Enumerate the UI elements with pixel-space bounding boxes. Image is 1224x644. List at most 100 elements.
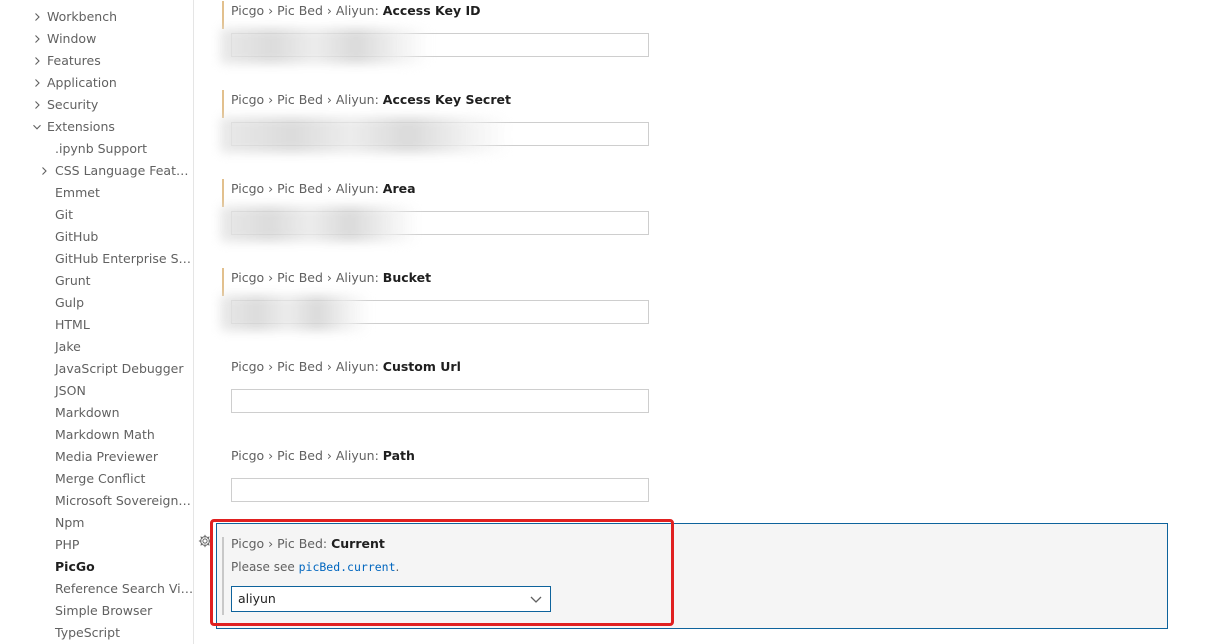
sidebar-item-merge-conflict[interactable]: Merge Conflict xyxy=(0,468,193,490)
setting-input-access-key-secret[interactable] xyxy=(231,122,649,146)
sidebar-item-security[interactable]: Security xyxy=(0,94,193,116)
setting-title: Picgo › Pic Bed › Aliyun: Access Key Sec… xyxy=(231,91,511,109)
setting-input-area[interactable] xyxy=(231,211,649,235)
sidebar-item-label: JavaScript Debugger xyxy=(55,361,184,376)
sidebar-item-markdown[interactable]: Markdown xyxy=(0,402,193,424)
sidebar-item-label: Security xyxy=(47,97,99,112)
chevron-right-icon[interactable] xyxy=(30,6,44,28)
sidebar-item-gulp[interactable]: Gulp xyxy=(0,292,193,314)
sidebar-item-window[interactable]: Window xyxy=(0,28,193,50)
setting-title: Picgo › Pic Bed › Aliyun: Area xyxy=(231,180,416,198)
sidebar-item-label: Workbench xyxy=(47,9,117,24)
setting-category: Picgo › Pic Bed › Aliyun: xyxy=(231,270,383,285)
setting-key: Access Key Secret xyxy=(382,92,511,107)
setting-description: Please see picBed.current. xyxy=(231,560,400,574)
sidebar-item-label: Jake xyxy=(55,339,81,354)
setting-category: Picgo › Pic Bed › Aliyun: xyxy=(231,92,383,107)
sidebar-item-label: Grunt xyxy=(55,273,91,288)
sidebar-item-json[interactable]: JSON xyxy=(0,380,193,402)
sidebar-item-label: .ipynb Support xyxy=(55,141,148,156)
sidebar-item-simple-browser[interactable]: Simple Browser xyxy=(0,600,193,622)
sidebar-item-features[interactable]: Features xyxy=(0,50,193,72)
sidebar-item-label: Microsoft Sovereign C... xyxy=(55,493,194,508)
chevron-right-icon[interactable] xyxy=(30,50,44,72)
pic-bed-current-select[interactable]: aliyun xyxy=(231,586,551,612)
sidebar-item-label: Reference Search View xyxy=(55,581,194,596)
setting-key: Path xyxy=(382,448,415,463)
setting-key: Access Key ID xyxy=(382,3,481,18)
sidebar-item-html[interactable]: HTML xyxy=(0,314,193,336)
modified-indicator xyxy=(222,90,224,118)
sidebar-item-label: CSS Language Features xyxy=(55,163,194,178)
sidebar-item-ipynb-support[interactable]: .ipynb Support xyxy=(0,138,193,160)
setting-link-pic-bed-current[interactable]: picBed.current xyxy=(299,560,396,574)
modified-indicator xyxy=(222,1,224,29)
sidebar-item-label: Merge Conflict xyxy=(55,471,146,486)
setting-category: Picgo › Pic Bed: xyxy=(231,536,332,551)
sidebar-item-javascript-debugger[interactable]: JavaScript Debugger xyxy=(0,358,193,380)
sidebar-item-label: HTML xyxy=(55,317,90,332)
settings-list: Picgo › Pic Bed: Current Please see picB… xyxy=(194,0,1224,644)
setting-input-custom-url[interactable] xyxy=(231,389,649,413)
setting-title-current: Picgo › Pic Bed: Current xyxy=(231,535,385,553)
sidebar-item-label: GitHub Enterprise Ser... xyxy=(55,251,194,266)
sidebar-item-typescript[interactable]: TypeScript xyxy=(0,622,193,644)
sidebar-item-label: Window xyxy=(47,31,97,46)
focus-indicator-bar xyxy=(222,537,224,615)
setting-category: Picgo › Pic Bed › Aliyun: xyxy=(231,181,383,196)
chevron-right-icon[interactable] xyxy=(30,94,44,116)
sidebar-item-label: Emmet xyxy=(55,185,100,200)
sidebar-item-label: Gulp xyxy=(55,295,85,310)
sidebar-item-label: Simple Browser xyxy=(55,603,153,618)
sidebar-item-git[interactable]: Git xyxy=(0,204,193,226)
sidebar-item-label: Npm xyxy=(55,515,85,530)
chevron-right-icon[interactable] xyxy=(30,72,44,94)
sidebar-item-label: PHP xyxy=(55,537,80,552)
sidebar-item-grunt[interactable]: Grunt xyxy=(0,270,193,292)
chevron-down-icon xyxy=(530,596,542,603)
setting-input-bucket[interactable] xyxy=(231,300,649,324)
sidebar-item-label: Extensions xyxy=(47,119,115,134)
sidebar-item-workbench[interactable]: Workbench xyxy=(0,6,193,28)
setting-category: Picgo › Pic Bed › Aliyun: xyxy=(231,359,383,374)
setting-title: Picgo › Pic Bed › Aliyun: Bucket xyxy=(231,269,431,287)
sidebar-item-reference-search-view[interactable]: Reference Search View xyxy=(0,578,194,600)
setting-key: Bucket xyxy=(382,270,432,285)
chevron-right-icon[interactable] xyxy=(37,160,51,182)
setting-title: Picgo › Pic Bed › Aliyun: Path xyxy=(231,447,415,465)
setting-key: Current xyxy=(331,536,385,551)
sidebar-item-css-language-features[interactable]: CSS Language Features xyxy=(0,160,194,182)
sidebar-item-npm[interactable]: Npm xyxy=(0,512,193,534)
sidebar-item-label: JSON xyxy=(55,383,86,398)
chevron-right-icon[interactable] xyxy=(30,28,44,50)
sidebar-item-github-enterprise-ser[interactable]: GitHub Enterprise Ser... xyxy=(0,248,194,270)
setting-key: Custom Url xyxy=(382,359,461,374)
setting-category: Picgo › Pic Bed › Aliyun: xyxy=(231,3,383,18)
chevron-down-icon[interactable] xyxy=(30,116,44,138)
sidebar-item-emmet[interactable]: Emmet xyxy=(0,182,193,204)
sidebar-item-label: GitHub xyxy=(55,229,99,244)
settings-toc-sidebar: Workbench Window Features Application Securi… xyxy=(0,0,194,644)
sidebar-item-label: TypeScript xyxy=(55,625,120,640)
sidebar-item-php[interactable]: PHP xyxy=(0,534,193,556)
sidebar-item-label: Markdown xyxy=(55,405,120,420)
sidebar-item-markdown-math[interactable]: Markdown Math xyxy=(0,424,193,446)
sidebar-item-media-previewer[interactable]: Media Previewer xyxy=(0,446,193,468)
gear-icon[interactable] xyxy=(198,534,212,548)
setting-key: Area xyxy=(382,181,416,196)
sidebar-item-microsoft-sovereign-c[interactable]: Microsoft Sovereign C... xyxy=(0,490,194,512)
sidebar-item-label: Markdown Math xyxy=(55,427,155,442)
sidebar-item-application[interactable]: Application xyxy=(0,72,193,94)
sidebar-item-label: Media Previewer xyxy=(55,449,159,464)
setting-category: Picgo › Pic Bed › Aliyun: xyxy=(231,448,383,463)
modified-indicator xyxy=(222,179,224,207)
setting-input-path[interactable] xyxy=(231,478,649,502)
sidebar-item-picgo[interactable]: PicGo xyxy=(0,556,193,578)
sidebar-item-extensions[interactable]: Extensions xyxy=(0,116,193,138)
sidebar-item-jake[interactable]: Jake xyxy=(0,336,193,358)
sidebar-item-label: Features xyxy=(47,53,101,68)
sidebar-item-github[interactable]: GitHub xyxy=(0,226,193,248)
sidebar-item-label: Application xyxy=(47,75,117,90)
setting-input-access-key-id[interactable] xyxy=(231,33,649,57)
setting-title: Picgo › Pic Bed › Aliyun: Custom Url xyxy=(231,358,461,376)
